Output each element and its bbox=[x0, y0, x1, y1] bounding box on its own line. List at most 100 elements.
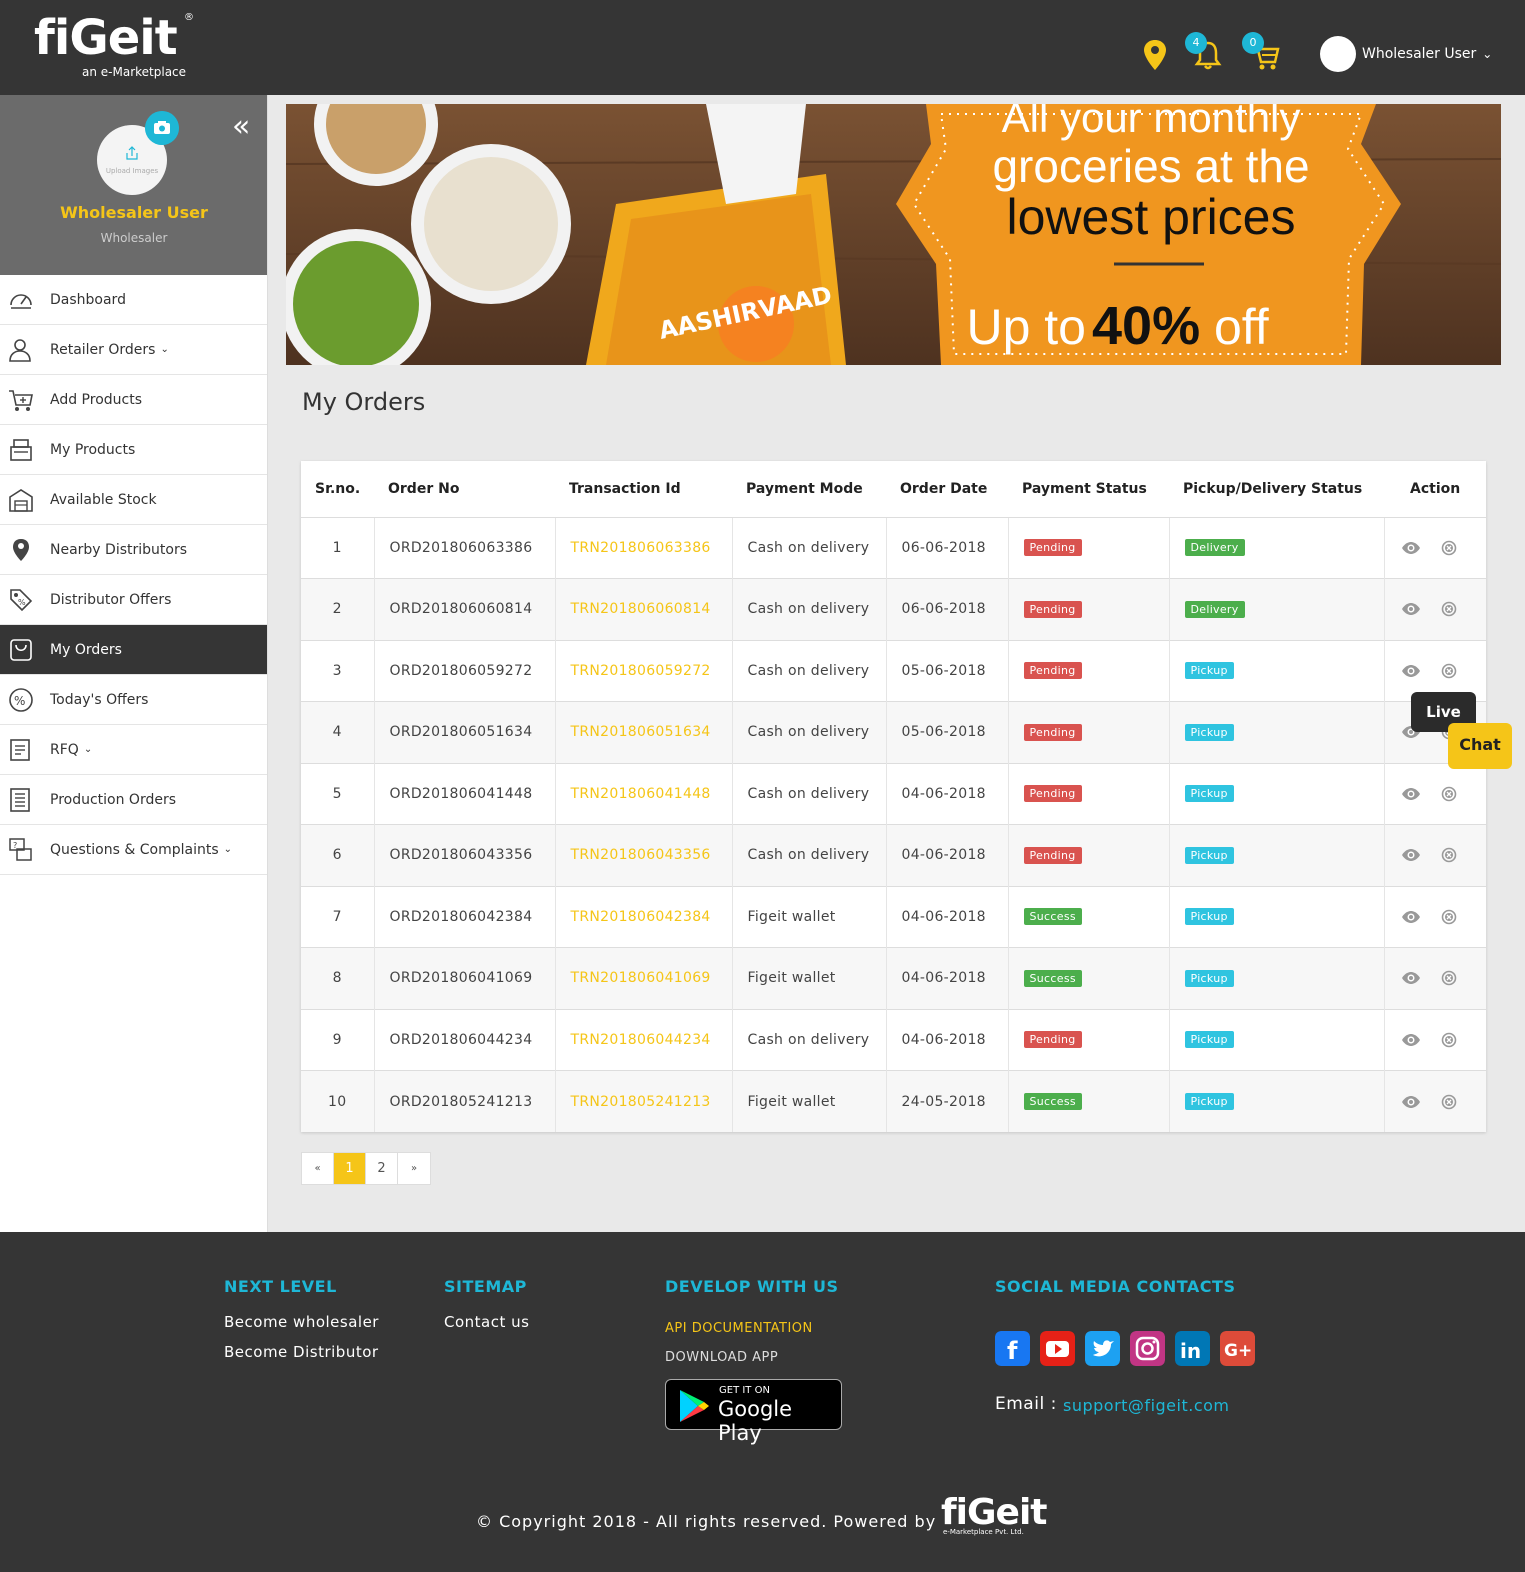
pagination-next[interactable]: » bbox=[398, 1153, 430, 1184]
linkedin-icon[interactable]: in bbox=[1175, 1331, 1210, 1366]
cell-transaction-id[interactable]: TRN201806042384 bbox=[554, 885, 732, 948]
instagram-icon[interactable] bbox=[1130, 1331, 1165, 1366]
sidebar-item-my-products[interactable]: My Products bbox=[0, 425, 267, 475]
sidebar-item-nearby-distributors[interactable]: Nearby Distributors bbox=[0, 525, 267, 575]
sidebar-item-questions-complaints[interactable]: ? Questions & Complaints ⌄ bbox=[0, 825, 267, 875]
sidebar-item-label: Add Products bbox=[50, 391, 143, 408]
api-documentation-link[interactable]: API DOCUMENTATION bbox=[665, 1321, 813, 1336]
view-eye-icon[interactable] bbox=[1401, 970, 1421, 986]
sidebar-item-rfq[interactable]: RFQ ⌄ bbox=[0, 725, 267, 775]
sidebar-item-dashboard[interactable]: Dashboard bbox=[0, 275, 267, 325]
cell-delivery-status: Pickup bbox=[1168, 824, 1384, 886]
cancel-order-icon[interactable] bbox=[1439, 663, 1459, 679]
sidebar-item-add-products[interactable]: Add Products bbox=[0, 375, 267, 425]
view-eye-icon[interactable] bbox=[1401, 663, 1421, 679]
promo-banner[interactable]: AASHIRVAAD All your monthly groceries at… bbox=[286, 104, 1501, 365]
column-header[interactable]: Order No bbox=[374, 461, 555, 517]
cell-payment-status: Pending bbox=[1007, 824, 1169, 886]
view-eye-icon[interactable] bbox=[1401, 1032, 1421, 1048]
column-header[interactable]: Pickup/Delivery Status bbox=[1169, 461, 1384, 517]
avatar bbox=[1320, 36, 1356, 72]
cancel-order-icon[interactable] bbox=[1439, 970, 1459, 986]
cell-sr: 8 bbox=[301, 947, 374, 1009]
google-plus-icon[interactable]: G+ bbox=[1220, 1331, 1255, 1366]
pagination-prev[interactable]: « bbox=[302, 1153, 334, 1184]
cell-transaction-id[interactable]: TRN201806041069 bbox=[554, 947, 732, 1009]
twitter-icon[interactable] bbox=[1085, 1331, 1120, 1366]
view-eye-icon[interactable] bbox=[1401, 601, 1421, 617]
cell-transaction-id[interactable]: TRN201806041448 bbox=[554, 762, 732, 825]
column-header[interactable]: Order Date bbox=[886, 461, 1008, 517]
table-header-row: Sr.no. Order No Transaction Id Payment M… bbox=[301, 461, 1486, 517]
store-big-text: Google Play bbox=[718, 1397, 793, 1445]
status-badge: Pending bbox=[1023, 600, 1082, 618]
view-eye-icon[interactable] bbox=[1401, 540, 1421, 556]
status-badge: Pickup bbox=[1184, 1093, 1234, 1110]
table-row: 7 ORD201806042384 TRN201806042384 Figeit wa… bbox=[301, 885, 1486, 948]
cell-payment-mode: Figeit wallet bbox=[731, 885, 886, 948]
brand-logo[interactable]: fiGeit ® an e-Marketplace bbox=[34, 10, 194, 79]
cell-transaction-id[interactable]: TRN201806043356 bbox=[554, 824, 732, 886]
status-badge: Pending bbox=[1023, 1031, 1082, 1049]
status-badge: Pickup bbox=[1184, 846, 1234, 864]
sidebar-item-production-orders[interactable]: Production Orders bbox=[0, 775, 267, 825]
cancel-order-icon[interactable] bbox=[1439, 786, 1459, 802]
cell-payment-status: Success bbox=[1007, 947, 1169, 1009]
camera-icon[interactable] bbox=[145, 111, 179, 145]
pagination: « 1 2 » bbox=[301, 1152, 431, 1185]
sidebar-item-available-stock[interactable]: Available Stock bbox=[0, 475, 267, 525]
facebook-icon[interactable]: f bbox=[995, 1331, 1030, 1366]
cell-payment-status: Pending bbox=[1007, 639, 1169, 702]
status-badge: Success bbox=[1023, 969, 1082, 987]
cell-transaction-id[interactable]: TRN201806059272 bbox=[554, 639, 732, 702]
cancel-order-icon[interactable] bbox=[1439, 1094, 1459, 1110]
cell-payment-status: Pending bbox=[1007, 701, 1169, 763]
chat-button[interactable]: Chat bbox=[1448, 723, 1512, 769]
cancel-order-icon[interactable] bbox=[1439, 847, 1459, 863]
cell-transaction-id[interactable]: TRN201806063386 bbox=[554, 516, 732, 579]
become-wholesaler-link[interactable]: Become wholesaler bbox=[224, 1313, 379, 1331]
footer-logo[interactable]: fiGeit e-Marketplace Pvt. Ltd. bbox=[941, 1492, 1048, 1536]
youtube-icon[interactable] bbox=[1040, 1331, 1075, 1366]
pagination-page-2[interactable]: 2 bbox=[366, 1153, 398, 1184]
cell-delivery-status: Pickup bbox=[1168, 947, 1384, 1009]
view-eye-icon[interactable] bbox=[1401, 847, 1421, 863]
column-header[interactable]: Payment Status bbox=[1008, 461, 1169, 517]
collapse-sidebar-icon[interactable]: « bbox=[232, 109, 250, 144]
cell-order-date: 24-05-2018 bbox=[885, 1070, 1008, 1132]
cell-order-date: 05-06-2018 bbox=[885, 639, 1008, 702]
cell-transaction-id[interactable]: TRN201806060814 bbox=[554, 578, 732, 640]
column-header[interactable]: Action bbox=[1384, 461, 1486, 517]
cell-sr: 5 bbox=[301, 762, 374, 825]
cell-transaction-id[interactable]: TRN201805241213 bbox=[554, 1070, 732, 1132]
column-header[interactable]: Sr.no. bbox=[301, 461, 374, 517]
cell-transaction-id[interactable]: TRN201806044234 bbox=[554, 1008, 732, 1071]
cancel-order-icon[interactable] bbox=[1439, 601, 1459, 617]
column-header[interactable]: Transaction Id bbox=[555, 461, 732, 517]
sidebar-item-label: Production Orders bbox=[50, 791, 177, 808]
tags-icon: % bbox=[10, 589, 33, 612]
contact-us-link[interactable]: Contact us bbox=[444, 1313, 529, 1331]
sidebar-item-retailer-orders[interactable]: Retailer Orders ⌄ bbox=[0, 325, 267, 375]
cell-payment-mode: Figeit wallet bbox=[731, 947, 886, 1009]
view-eye-icon[interactable] bbox=[1401, 909, 1421, 925]
location-pin-icon[interactable] bbox=[1140, 38, 1170, 72]
column-header[interactable]: Payment Mode bbox=[732, 461, 886, 517]
view-eye-icon[interactable] bbox=[1401, 786, 1421, 802]
google-play-button[interactable]: GET IT ON Google Play bbox=[665, 1379, 842, 1445]
cell-payment-mode: Figeit wallet bbox=[731, 1070, 886, 1132]
sidebar-item-todays-offers[interactable]: % Today's Offers bbox=[0, 675, 267, 725]
chevron-down-icon: ⌄ bbox=[1482, 47, 1493, 61]
view-eye-icon[interactable] bbox=[1401, 1094, 1421, 1110]
cancel-order-icon[interactable] bbox=[1439, 540, 1459, 556]
sidebar-item-distributor-offers[interactable]: % Distributor Offers bbox=[0, 575, 267, 625]
cancel-order-icon[interactable] bbox=[1439, 909, 1459, 925]
cell-transaction-id[interactable]: TRN201806051634 bbox=[554, 701, 732, 763]
user-menu[interactable]: Wholesaler User ⌄ bbox=[1320, 36, 1492, 72]
pagination-page-1[interactable]: 1 bbox=[334, 1153, 366, 1184]
bag-icon bbox=[10, 639, 32, 661]
sidebar-item-my-orders[interactable]: My Orders bbox=[0, 625, 267, 675]
cancel-order-icon[interactable] bbox=[1439, 1032, 1459, 1048]
become-distributor-link[interactable]: Become Distributor bbox=[224, 1343, 379, 1361]
support-email-link[interactable]: support@figeit.com bbox=[1063, 1396, 1229, 1415]
